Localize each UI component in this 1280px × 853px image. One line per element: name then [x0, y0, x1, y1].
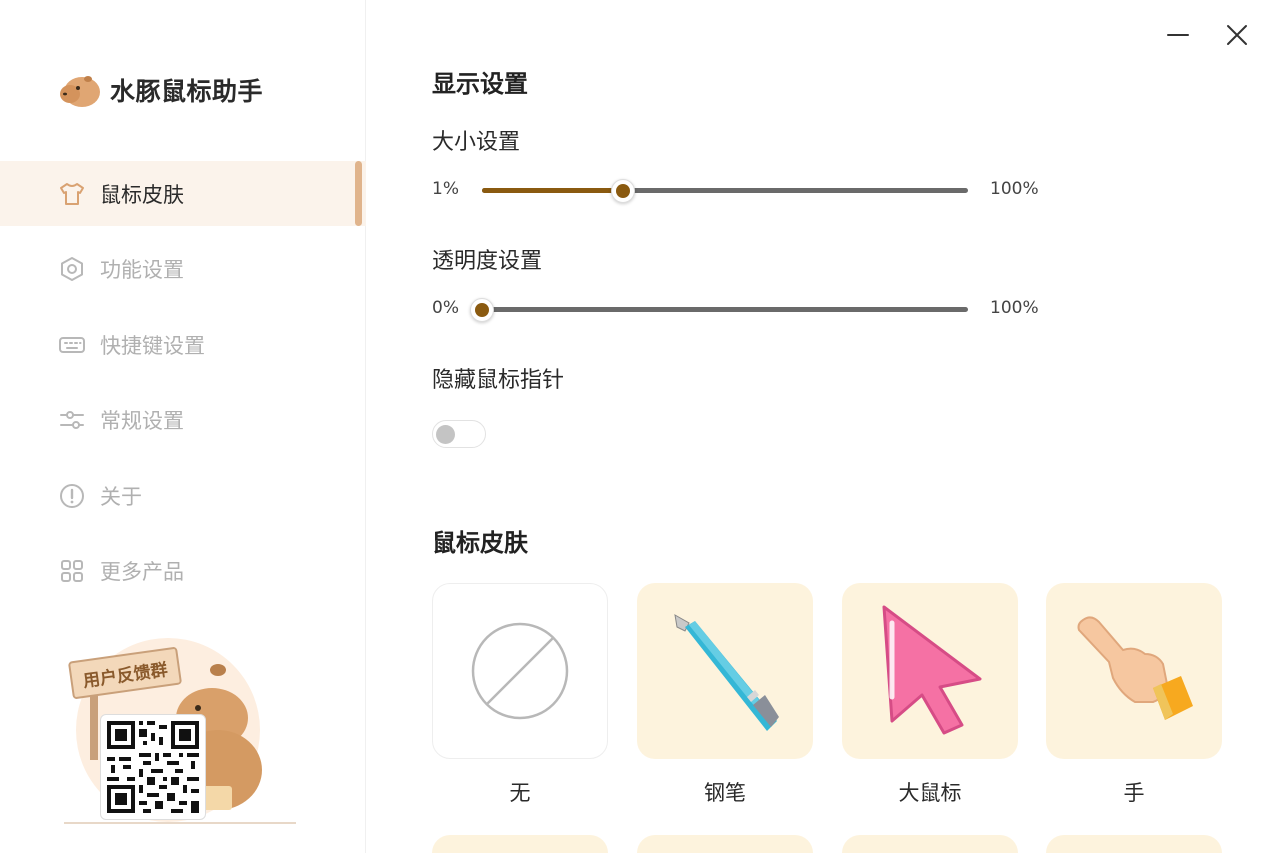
sidebar-item-mouse-skin[interactable]: 鼠标皮肤 [0, 161, 366, 226]
app-name: 水豚鼠标助手 [110, 77, 264, 106]
none-icon [471, 622, 569, 720]
skin-card-next-row[interactable] [432, 835, 608, 853]
skin-option-pen[interactable]: 钢笔 [637, 583, 813, 807]
size-slider-fill [482, 188, 623, 193]
skin-card-next-row[interactable] [1046, 835, 1222, 853]
skin-card [1046, 583, 1222, 759]
sidebar-item-label: 更多产品 [100, 560, 184, 584]
sidebar: 水豚鼠标助手 鼠标皮肤 功能设置 快捷键设置 常规设置 关于 更多产品 用户反馈… [0, 0, 366, 853]
skin-card-next-row[interactable] [637, 835, 813, 853]
sidebar-item-about[interactable]: 关于 [0, 463, 366, 528]
sidebar-item-label: 快捷键设置 [100, 333, 205, 358]
opacity-slider-thumb[interactable] [470, 298, 494, 322]
skin-option-hand[interactable]: 手 [1046, 583, 1222, 807]
qr-code-icon [107, 721, 199, 813]
slider-max-label: 100% [990, 298, 1039, 318]
sliders-icon [58, 406, 86, 434]
skin-grid: 无 钢笔 大鼠标 手 [432, 583, 1252, 853]
capybara-logo-icon [60, 76, 100, 107]
sign-post [90, 690, 98, 760]
grid-icon [58, 557, 86, 585]
sidebar-item-label: 功能设置 [100, 258, 184, 282]
skin-label: 无 [509, 781, 531, 805]
shirt-icon [58, 180, 86, 208]
opacity-setting-label: 透明度设置 [432, 249, 543, 274]
size-slider-thumb[interactable] [610, 179, 635, 203]
feedback-group-card: 用户反馈群 [62, 632, 302, 832]
skin-card [637, 583, 813, 759]
slider-min-label: 0% [432, 298, 459, 318]
keyboard-icon [58, 331, 86, 359]
size-slider: 1% 100% [432, 175, 1052, 205]
skin-label: 大鼠标 [898, 781, 962, 805]
main-content: 显示设置 大小设置 1% 100% 透明度设置 0% 100% 隐藏鼠标指针 鼠… [432, 0, 1252, 853]
pointing-hand-icon [1077, 616, 1193, 720]
slider-min-label: 1% [432, 179, 459, 199]
skin-option-none[interactable]: 无 [432, 583, 608, 807]
fountain-pen-icon [674, 614, 779, 731]
sidebar-item-general-settings[interactable]: 常规设置 [0, 388, 366, 453]
skin-card [842, 583, 1018, 759]
opacity-slider-track[interactable] [470, 298, 968, 322]
size-setting-label: 大小设置 [432, 130, 521, 155]
sidebar-item-function-settings[interactable]: 功能设置 [0, 237, 366, 302]
sidebar-item-more-products[interactable]: 更多产品 [0, 539, 366, 604]
hide-pointer-label: 隐藏鼠标指针 [432, 368, 565, 393]
mouse-skin-title: 鼠标皮肤 [432, 529, 528, 557]
size-slider-track[interactable] [482, 179, 968, 203]
big-arrow-cursor-icon [882, 605, 982, 735]
slider-max-label: 100% [990, 179, 1039, 199]
skin-card [432, 583, 608, 759]
info-icon [58, 482, 86, 510]
sidebar-nav: 鼠标皮肤 功能设置 快捷键设置 常规设置 关于 更多产品 [0, 161, 366, 614]
divider [64, 822, 296, 824]
qr-code[interactable] [100, 714, 206, 820]
skin-option-big-cursor[interactable]: 大鼠标 [842, 583, 1018, 807]
toggle-knob [436, 425, 455, 444]
sidebar-item-hotkey-settings[interactable]: 快捷键设置 [0, 312, 366, 377]
sidebar-item-label: 常规设置 [100, 409, 184, 433]
skin-label: 钢笔 [704, 781, 746, 805]
hexagon-settings-icon [58, 255, 86, 283]
skin-card-next-row[interactable] [842, 835, 1018, 853]
sidebar-item-label: 鼠标皮肤 [100, 182, 184, 207]
hide-pointer-toggle[interactable] [432, 420, 486, 448]
brand: 水豚鼠标助手 [58, 70, 263, 110]
opacity-slider: 0% 100% [432, 294, 1052, 324]
sidebar-item-label: 关于 [100, 484, 142, 509]
display-settings-title: 显示设置 [432, 70, 528, 98]
skin-label: 手 [1123, 781, 1145, 805]
